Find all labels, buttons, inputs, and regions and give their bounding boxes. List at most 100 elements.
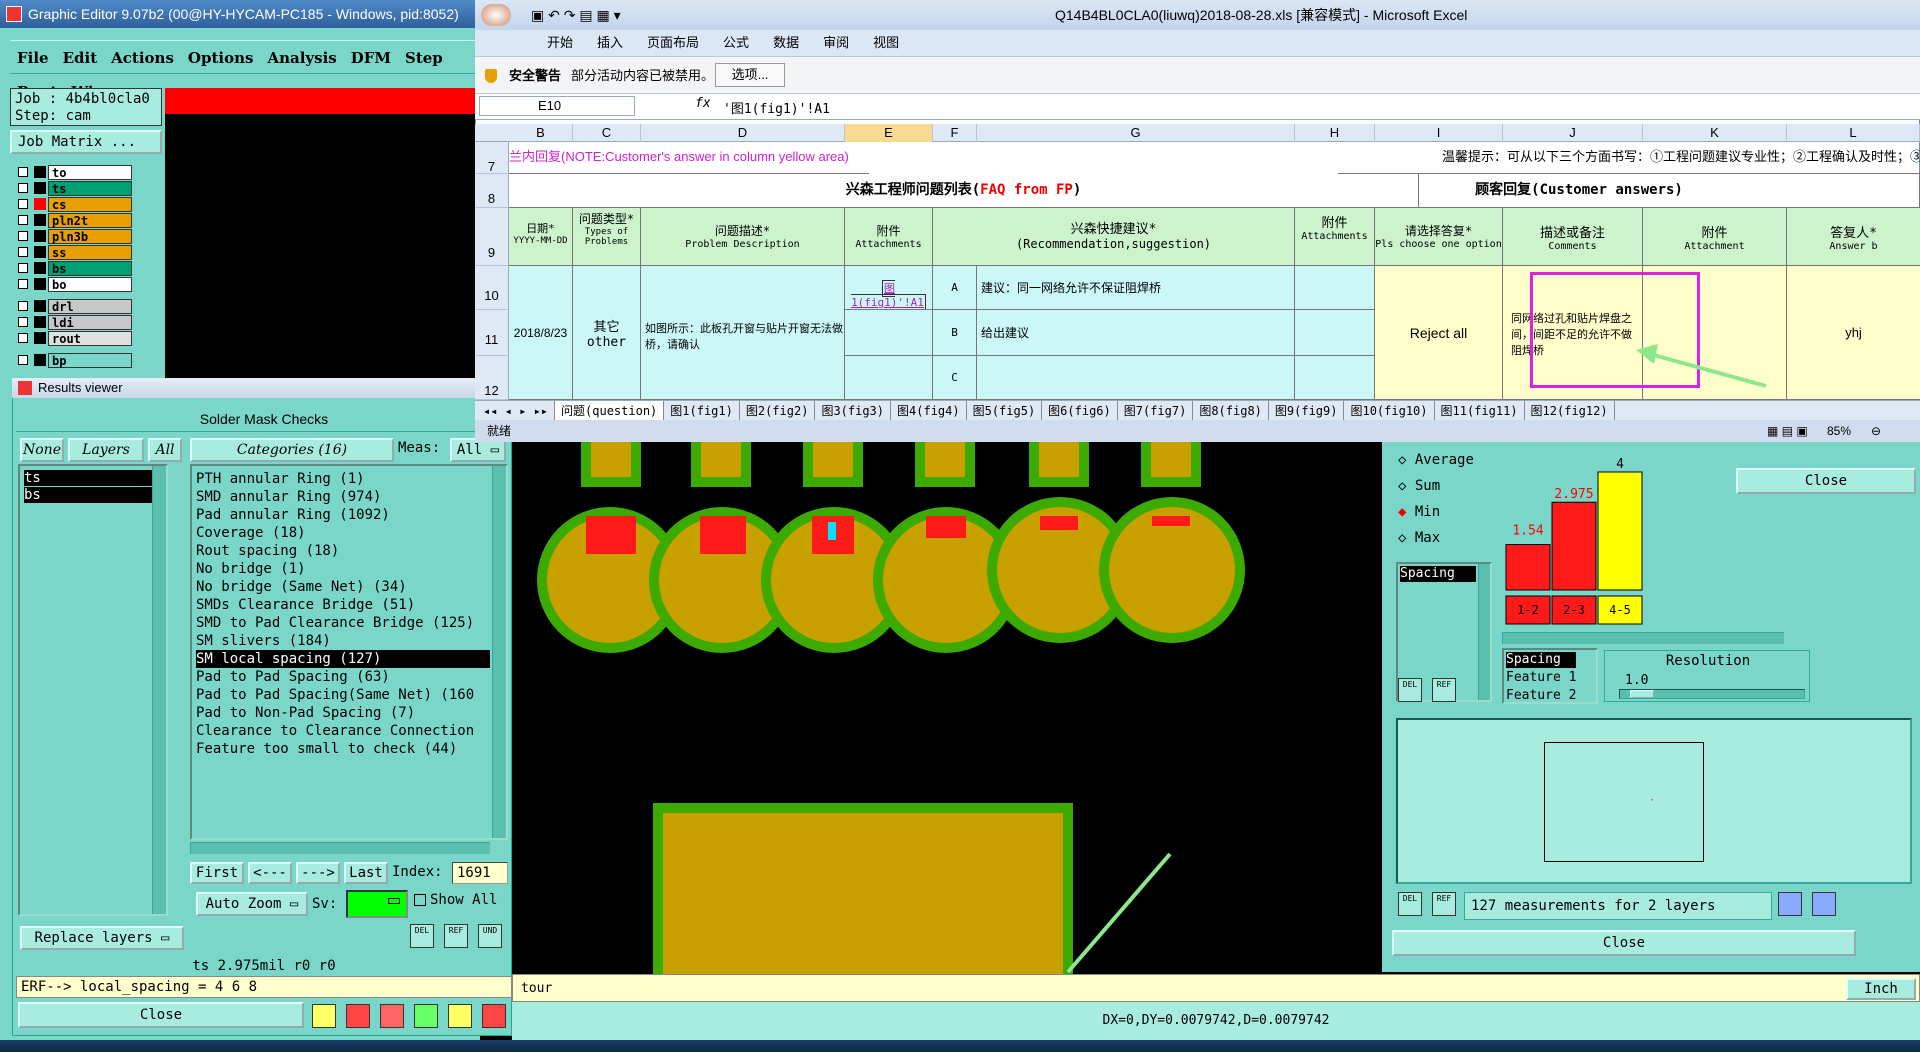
ref-icon[interactable]: REF bbox=[1432, 678, 1456, 702]
list-item[interactable]: SMD annular Ring (974) bbox=[196, 488, 381, 506]
list-item[interactable]: No bridge (Same Net) (34) bbox=[196, 578, 407, 596]
layer-checkbox[interactable] bbox=[18, 183, 28, 193]
hdr-type[interactable]: 问题类型* Types of Problems bbox=[573, 208, 641, 266]
customer-title[interactable]: 顾客回复(Customer answers) bbox=[1419, 174, 1920, 208]
list-item[interactable]: Pad to Non-Pad Spacing (7) bbox=[196, 704, 415, 722]
graph-icon[interactable] bbox=[1812, 892, 1836, 916]
empty-cell[interactable] bbox=[1295, 310, 1375, 356]
date-cell[interactable]: 2018/8/23 bbox=[509, 266, 573, 400]
list-item[interactable]: Spacing bbox=[1400, 566, 1476, 582]
index-input[interactable]: 1691 bbox=[452, 862, 508, 884]
menu-edit[interactable]: Edit bbox=[56, 41, 105, 75]
hdr-answer[interactable]: 答复人* Answer b bbox=[1787, 208, 1920, 266]
list-item[interactable]: Pad to Pad Spacing(Same Net) (160 bbox=[196, 686, 474, 704]
tab-insert[interactable]: 插入 bbox=[585, 30, 635, 56]
formula-input[interactable]: '图1(fig1)'!A1 bbox=[723, 98, 830, 117]
list-item[interactable]: SMDs Clearance Bridge (51) bbox=[196, 596, 415, 614]
h-scrollbar[interactable] bbox=[1502, 632, 1784, 644]
menu-options[interactable]: Options bbox=[181, 41, 261, 75]
row-header[interactable]: 9 bbox=[475, 208, 509, 266]
tab-home[interactable]: 开始 bbox=[535, 30, 585, 56]
zoom-out-icon[interactable]: ⊖ bbox=[1871, 420, 1881, 442]
tab-review[interactable]: 审阅 bbox=[811, 30, 861, 56]
empty-cell[interactable] bbox=[1295, 356, 1375, 400]
layer-row[interactable]: to bbox=[12, 165, 132, 180]
option-c[interactable]: C bbox=[933, 356, 977, 400]
rec-b[interactable]: 给出建议 bbox=[977, 310, 1295, 356]
job-matrix-button[interactable]: Job Matrix ... bbox=[10, 130, 162, 154]
radio-sum[interactable]: ◇ Sum bbox=[1398, 478, 1440, 494]
list-item[interactable]: Feature too small to check (44) bbox=[196, 740, 457, 758]
hdr-rec[interactable]: 兴森快捷建议* (Recommendation,suggestion) bbox=[933, 208, 1295, 266]
list-item[interactable]: SMD to Pad Clearance Bridge (125) bbox=[196, 614, 474, 632]
col-header[interactable]: B bbox=[509, 124, 573, 142]
sheet-tab[interactable]: 图12(fig12) bbox=[1525, 401, 1615, 420]
sheet-tab[interactable]: 图9(fig9) bbox=[1269, 401, 1345, 420]
fx-icon[interactable]: fx bbox=[695, 96, 711, 111]
sheet-tab[interactable]: 图10(fig10) bbox=[1344, 401, 1435, 420]
show-all-checkbox[interactable] bbox=[414, 894, 426, 906]
ref-icon[interactable]: REF bbox=[1432, 892, 1456, 916]
sheet-tab[interactable]: 问题(question) bbox=[555, 401, 665, 420]
sheet-tab[interactable]: 图3(fig3) bbox=[815, 401, 892, 420]
scrollbar[interactable] bbox=[492, 466, 506, 838]
screen-icon[interactable] bbox=[346, 1004, 370, 1028]
layer-row[interactable]: bs bbox=[12, 261, 132, 276]
list-item[interactable]: Pad annular Ring (1092) bbox=[196, 506, 390, 524]
list-item[interactable]: Rout spacing (18) bbox=[196, 542, 339, 560]
list-item[interactable]: Clearance to Clearance Connection bbox=[196, 722, 474, 740]
col-header[interactable]: H bbox=[1295, 124, 1375, 142]
tab-formulas[interactable]: 公式 bbox=[711, 30, 761, 56]
radio-max[interactable]: ◇ Max bbox=[1398, 530, 1440, 546]
option-b[interactable]: B bbox=[933, 310, 977, 356]
list-item[interactable]: bs bbox=[24, 487, 166, 503]
faq-title[interactable]: 兴森工程师问题列表(FAQ from FP) bbox=[509, 174, 1419, 208]
layer-row[interactable]: rout bbox=[12, 331, 132, 346]
histogram-bar[interactable] bbox=[1551, 501, 1597, 591]
name-box[interactable]: E10 bbox=[479, 96, 635, 116]
command-bar[interactable]: tour bbox=[512, 974, 1920, 1002]
list-item[interactable]: Feature 2 bbox=[1506, 688, 1576, 703]
list-item[interactable]: Coverage (18) bbox=[196, 524, 306, 542]
del-icon[interactable]: DEL bbox=[1398, 678, 1422, 702]
zoom-level[interactable]: 85% bbox=[1827, 420, 1851, 442]
hdr-att2[interactable]: 附件 Attachments bbox=[1295, 208, 1375, 266]
hdr-choose[interactable]: 请选择答复* Pls choose one option bbox=[1375, 208, 1503, 266]
col-header[interactable]: I bbox=[1375, 124, 1503, 142]
hdr-date[interactable]: 日期* YYYY-MM-DD bbox=[509, 208, 573, 266]
list-item[interactable]: PTH annular Ring (1) bbox=[196, 470, 365, 488]
sheet-tab[interactable]: 图1(fig1) bbox=[664, 401, 740, 420]
quick-access-icons[interactable]: ▣ ↶ ↷ ▤ ▦ ▾ bbox=[531, 0, 621, 30]
row-header[interactable]: 12 bbox=[475, 356, 509, 400]
grid-x-icon[interactable] bbox=[380, 1004, 404, 1028]
rec-a[interactable]: 建议：同一网络允许不保证阻焊桥 bbox=[977, 266, 1295, 310]
row-header[interactable]: 10 bbox=[475, 266, 509, 310]
first-button[interactable]: First bbox=[190, 862, 244, 884]
rv-close-button[interactable]: Close bbox=[18, 1002, 304, 1028]
row-header[interactable]: 7 bbox=[475, 142, 509, 174]
layer-row[interactable]: ts bbox=[12, 181, 132, 196]
sheet-tab[interactable]: 图2(fig2) bbox=[740, 401, 816, 420]
col-header[interactable]: L bbox=[1787, 124, 1920, 142]
hdr-comments[interactable]: 描述或备注 Comments bbox=[1503, 208, 1643, 266]
hdr-att[interactable]: 附件 Attachments bbox=[845, 208, 933, 266]
list-item[interactable]: ts bbox=[24, 470, 166, 486]
att-link[interactable]: 图1(fig1)'!A1 bbox=[851, 280, 926, 309]
next-button[interactable]: ---> bbox=[296, 862, 340, 884]
view-icons[interactable]: ▦ ▤ ▣ bbox=[1767, 420, 1808, 442]
tab-data[interactable]: 数据 bbox=[761, 30, 811, 56]
desc-cell[interactable]: 如图所示：此板孔开窗与贴片开窗无法做桥，请确认 bbox=[641, 266, 845, 400]
col-header[interactable]: J bbox=[1503, 124, 1643, 142]
undo-icon[interactable]: UND bbox=[478, 924, 502, 948]
histogram-icon[interactable] bbox=[482, 1004, 506, 1028]
row7-note[interactable]: 兰内回复(NOTE:Customer's answer in column ye… bbox=[509, 142, 869, 174]
close-top-button[interactable]: Close bbox=[1736, 468, 1916, 494]
del-icon[interactable]: DEL bbox=[1398, 892, 1422, 916]
list-icon[interactable] bbox=[448, 1004, 472, 1028]
all-button[interactable]: All bbox=[148, 438, 182, 462]
col-header[interactable]: K bbox=[1643, 124, 1787, 142]
col-header[interactable]: D bbox=[641, 124, 845, 142]
col-header[interactable]: E bbox=[845, 124, 933, 142]
sheet-tab[interactable]: 图4(fig4) bbox=[891, 401, 967, 420]
option-a[interactable]: A bbox=[933, 266, 977, 310]
